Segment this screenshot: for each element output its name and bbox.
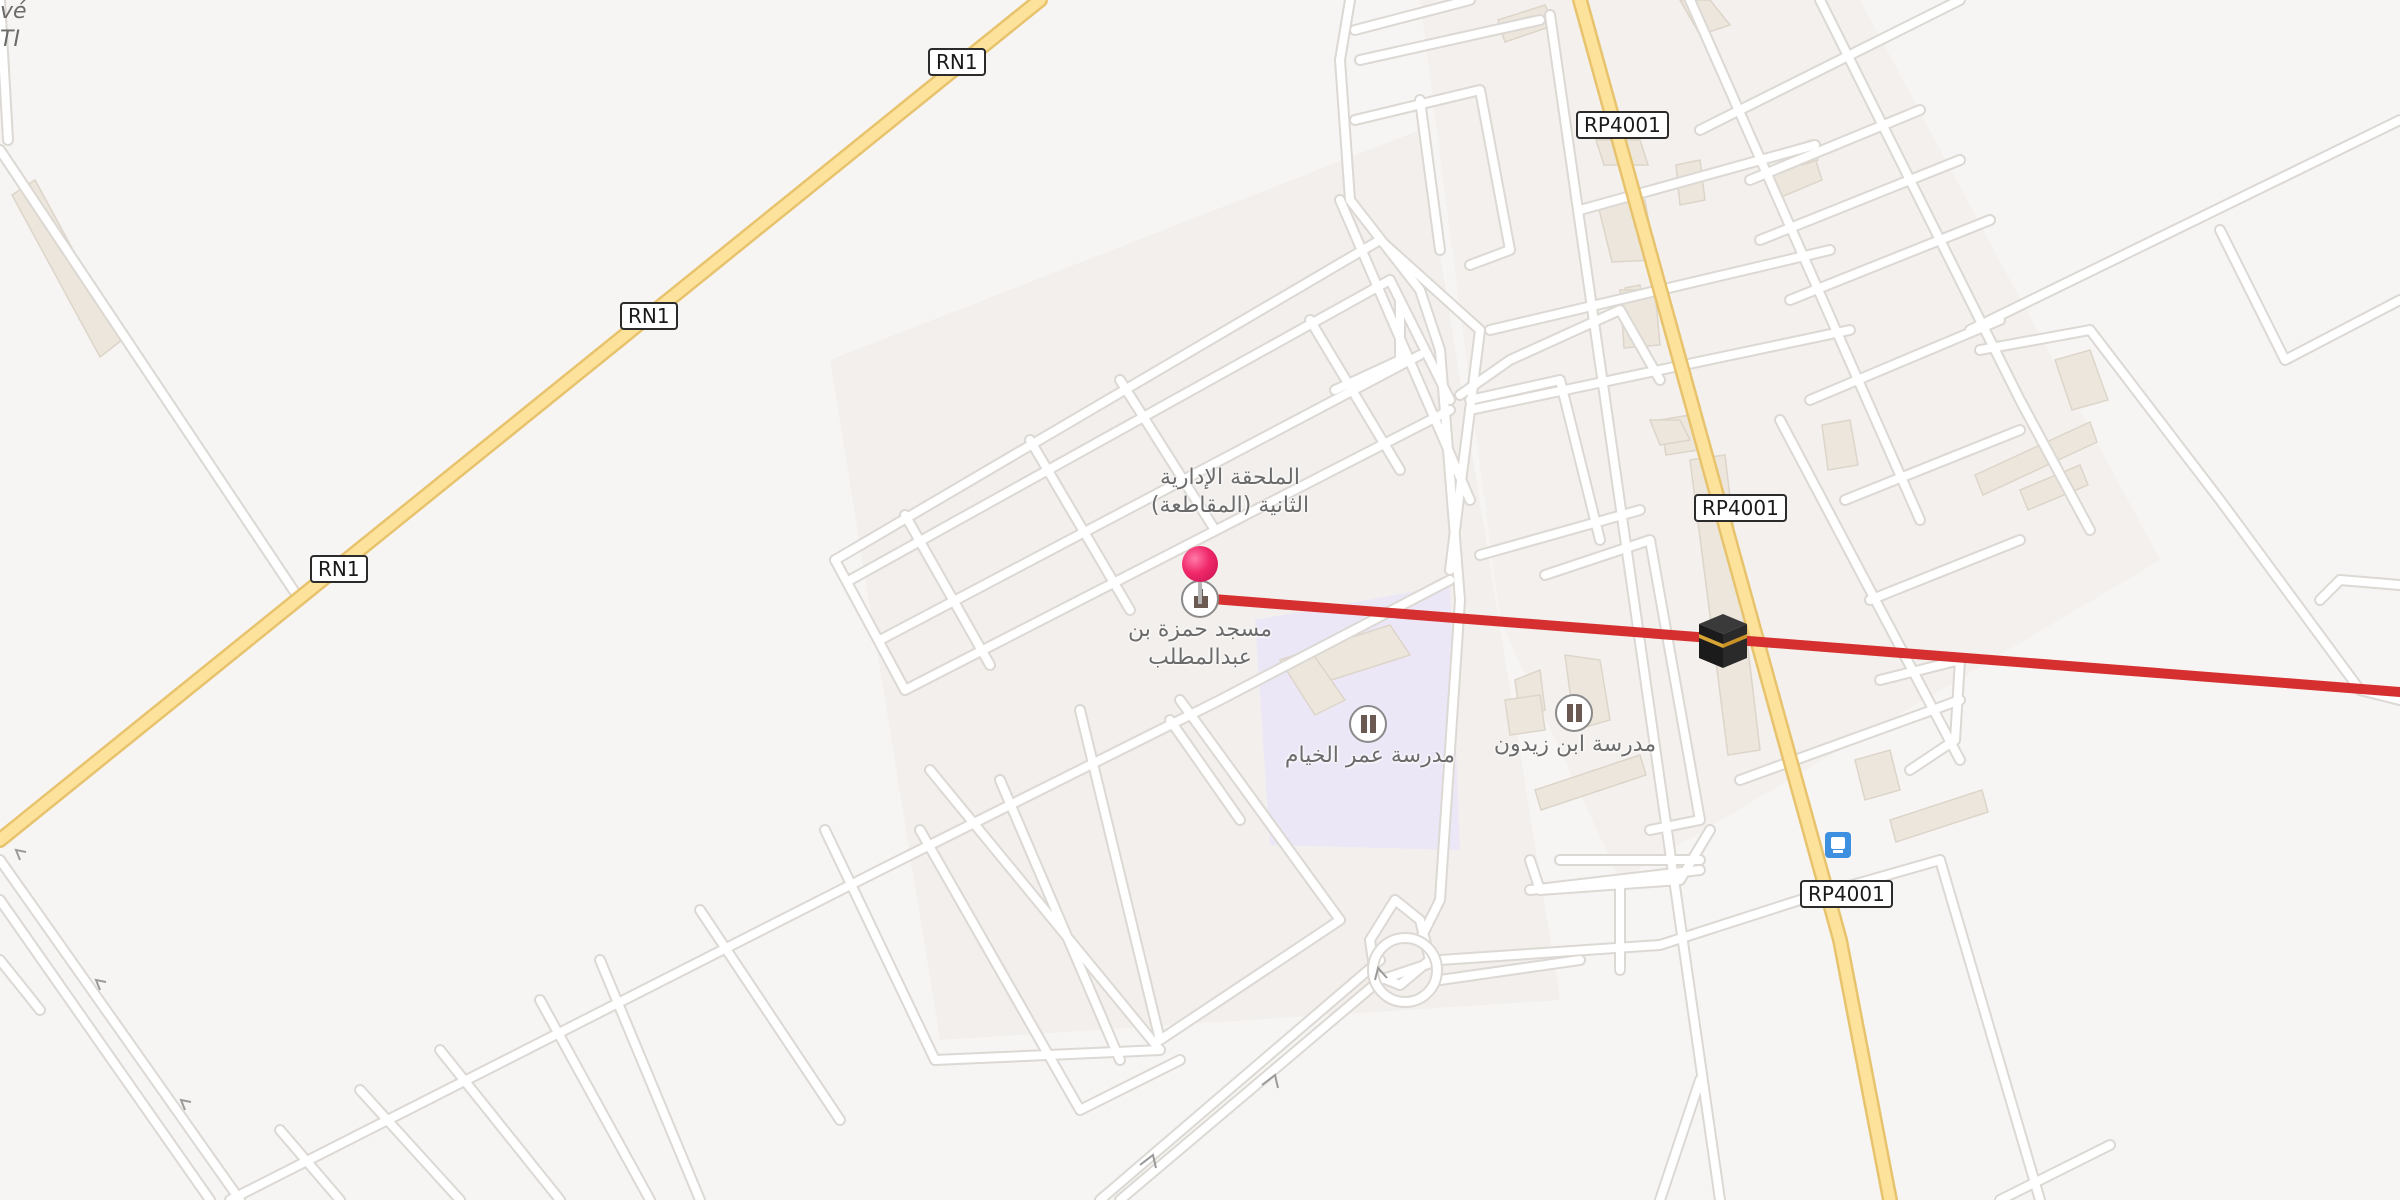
road-label-rp4001: RP4001	[1576, 111, 1669, 139]
school-icon[interactable]	[1555, 694, 1593, 732]
pin-head	[1182, 546, 1218, 582]
edge-label: TI	[0, 27, 20, 52]
map-canvas[interactable]: RN1 RN1 RN1 RP4001 RP4001 RP4001 vé TI ا…	[0, 0, 2400, 1200]
road-label-rn1: RN1	[310, 555, 368, 583]
mosque-label-line2: عبدالمطلب	[1148, 645, 1252, 670]
bus-stop-icon[interactable]	[1825, 832, 1851, 858]
edge-label: vé	[0, 0, 27, 24]
road-label-rn1: RN1	[928, 48, 986, 76]
location-pin-icon[interactable]	[1182, 546, 1218, 604]
admin-annex-label-line1: الملحقة الإدارية	[1159, 465, 1301, 490]
road-label-rn1: RN1	[620, 302, 678, 330]
school-omar-label[interactable]: مدرسة عمر الخيام	[1260, 742, 1480, 770]
school-ibn-label[interactable]: مدرسة ابن زيدون	[1465, 731, 1685, 759]
admin-annex-label-line2: الثانية (المقاطعة)	[1150, 493, 1310, 518]
road-label-rp4001: RP4001	[1694, 494, 1787, 522]
kaaba-icon[interactable]	[1695, 610, 1751, 672]
school-icon[interactable]	[1349, 705, 1387, 743]
admin-annex-label[interactable]: الملحقة الإدارية الثانية (المقاطعة)	[1110, 464, 1350, 520]
mosque-label-line1: مسجد حمزة بن	[1128, 617, 1272, 642]
mosque-label[interactable]: مسجد حمزة بن عبدالمطلب	[1090, 616, 1310, 672]
pin-needle	[1198, 580, 1202, 604]
road-label-rp4001: RP4001	[1800, 880, 1893, 908]
